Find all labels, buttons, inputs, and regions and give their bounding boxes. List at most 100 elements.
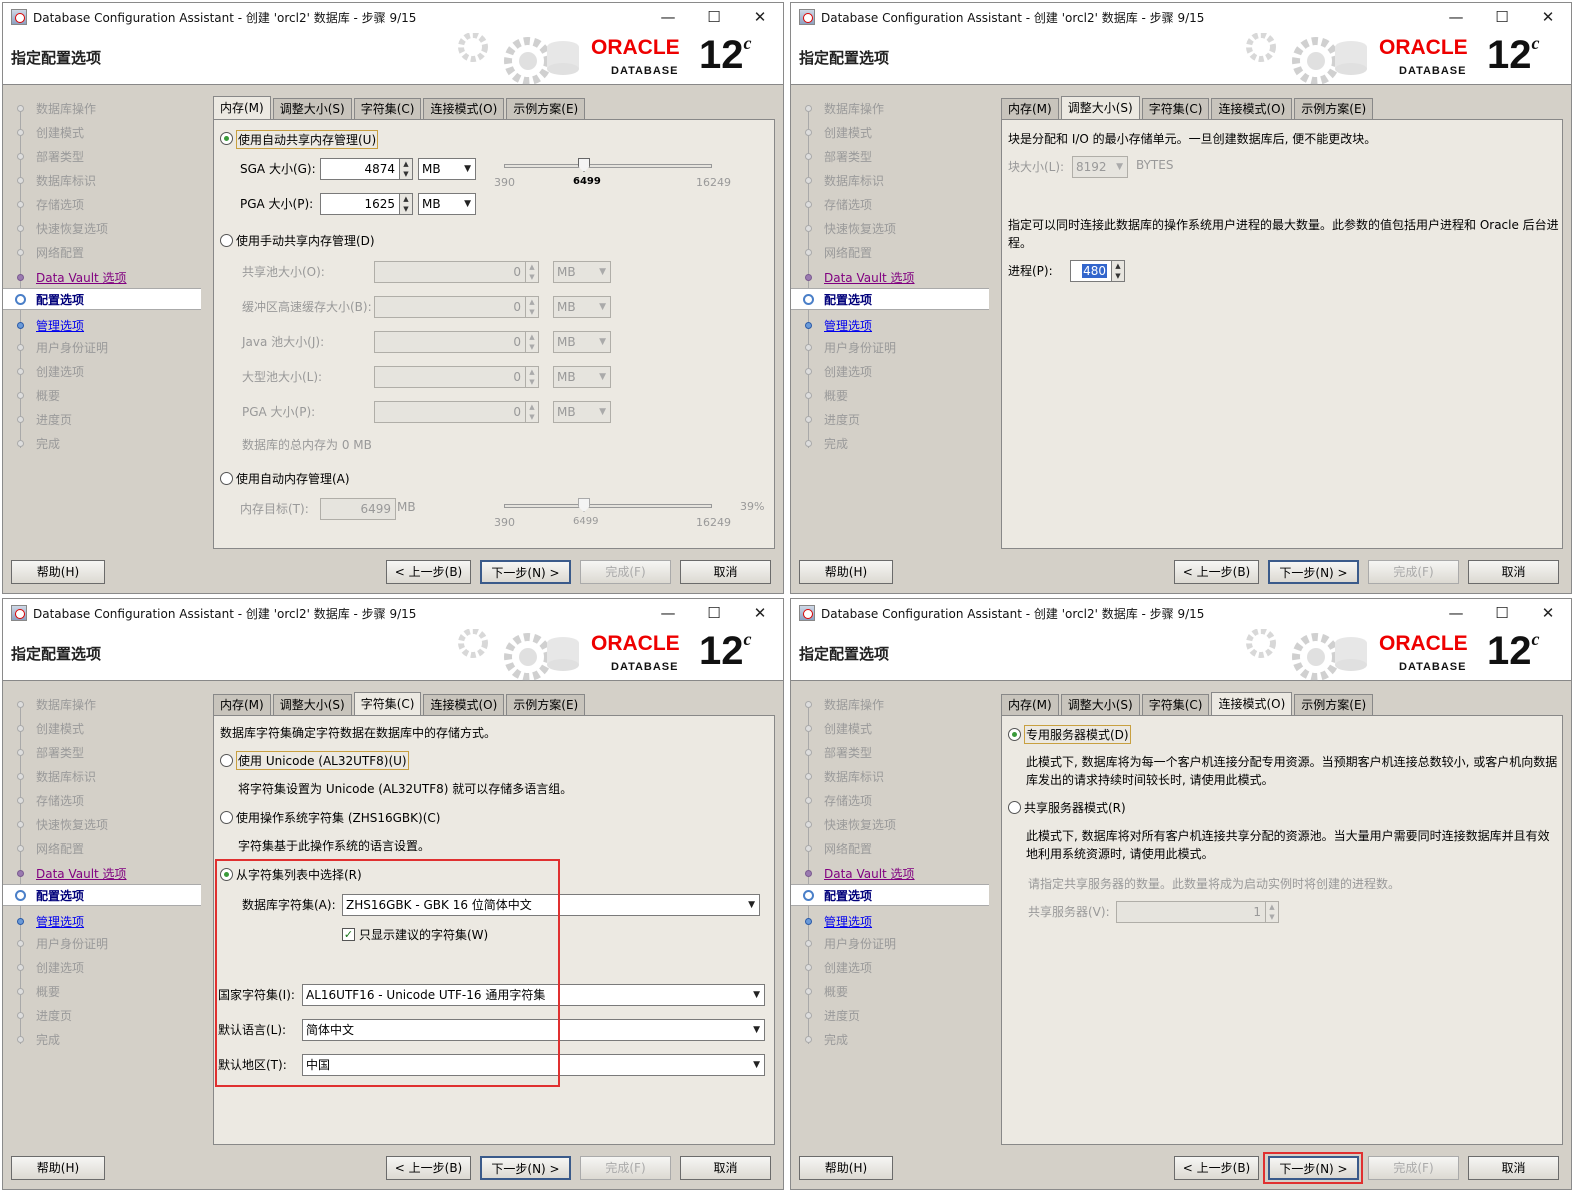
process-stepper[interactable]: ▲ ▼ — [1111, 260, 1125, 282]
close-button[interactable]: ✕ — [1525, 599, 1571, 627]
cancel-button[interactable]: 取消 — [680, 560, 771, 584]
sidebar-step[interactable]: 管理选项 — [791, 910, 989, 932]
shared-label[interactable]: 共享服务器模式(R) — [1024, 799, 1126, 816]
sidebar-step: 配置选项 — [3, 884, 201, 906]
tab[interactable]: 字符集(C) — [353, 98, 422, 120]
help-button[interactable]: 帮助(H) — [11, 560, 105, 584]
auto-memory-label[interactable]: 使用自动内存管理(A) — [236, 470, 350, 487]
sidebar-step: 网络配置 — [791, 241, 989, 263]
sidebar-step[interactable]: Data Vault 选项 — [791, 266, 989, 288]
help-button[interactable]: 帮助(H) — [799, 1156, 893, 1180]
sidebar-step: 创建模式 — [3, 121, 201, 143]
pga-input[interactable]: 1625 — [320, 193, 400, 215]
back-button[interactable]: < 上一步(B) — [386, 1156, 471, 1180]
help-button[interactable]: 帮助(H) — [799, 560, 893, 584]
tab[interactable]: 示例方案(E) — [1294, 694, 1374, 716]
tab[interactable]: 内存(M) — [1001, 694, 1059, 716]
shared-servers-label: 共享服务器(V): — [1028, 905, 1110, 919]
oracle-wordmark: ORACLE — [591, 632, 680, 655]
pga-label: PGA 大小(P): — [240, 197, 314, 211]
back-button[interactable]: < 上一步(B) — [386, 560, 471, 584]
cancel-button[interactable]: 取消 — [680, 1156, 771, 1180]
sidebar-step-label: 配置选项 — [824, 888, 873, 903]
minimize-button[interactable]: — — [1433, 599, 1479, 627]
manual-shared-label[interactable]: 使用手动共享内存管理(D) — [236, 232, 375, 249]
sga-unit-select[interactable]: MB — [418, 158, 476, 180]
tab[interactable]: 内存(M) — [1001, 98, 1059, 120]
tab[interactable]: 连接模式(O) — [423, 98, 505, 120]
sidebar-step[interactable]: Data Vault 选项 — [3, 862, 201, 884]
process-label: 进程(P): — [1008, 264, 1053, 278]
unicode-radio[interactable] — [220, 754, 233, 767]
sidebar-step-label: Data Vault 选项 — [36, 270, 127, 285]
unicode-label[interactable]: 使用 Unicode (AL32UTF8)(U) — [236, 751, 409, 770]
sga-slider-thumb[interactable] — [578, 158, 590, 172]
sidebar-step[interactable]: 管理选项 — [3, 314, 201, 336]
sga-slider-track[interactable] — [504, 164, 712, 168]
tab[interactable]: 连接模式(O) — [1211, 98, 1293, 120]
tab[interactable]: 调整大小(S) — [1060, 96, 1140, 120]
close-button[interactable]: ✕ — [737, 3, 783, 31]
pga-unit-select[interactable]: MB — [418, 193, 476, 215]
cancel-button[interactable]: 取消 — [1468, 560, 1559, 584]
sga-stepper[interactable]: ▲ ▼ — [399, 158, 413, 180]
maximize-button[interactable]: ☐ — [1479, 599, 1525, 627]
tab[interactable]: 连接模式(O) — [423, 694, 505, 716]
sidebar-step[interactable]: 管理选项 — [791, 314, 989, 336]
auto-shared-label[interactable]: 使用自动共享内存管理(U) — [236, 130, 379, 149]
tab[interactable]: 字符集(C) — [353, 692, 422, 716]
maximize-button[interactable]: ☐ — [1479, 3, 1525, 31]
sidebar-step[interactable]: 管理选项 — [3, 910, 201, 932]
tab[interactable]: 调整大小(S) — [272, 694, 352, 716]
finish-button[interactable]: 完成(F) — [1368, 1156, 1459, 1180]
header-banner: 指定配置选项 ORACLE DATABASE 12c — [3, 627, 783, 681]
auto-shared-radio[interactable] — [220, 132, 233, 145]
dedicated-radio[interactable] — [1008, 728, 1021, 741]
manual-shared-radio[interactable] — [220, 234, 233, 247]
tab[interactable]: 示例方案(E) — [506, 98, 586, 120]
help-button[interactable]: 帮助(H) — [11, 1156, 105, 1180]
step-dot-icon — [805, 152, 812, 160]
dedicated-label[interactable]: 专用服务器模式(D) — [1024, 725, 1131, 744]
block-desc: 块是分配和 I/O 的最小存储单元。一旦创建数据库后, 便不能更改块。 — [1008, 132, 1377, 146]
finish-button[interactable]: 完成(F) — [580, 560, 671, 584]
back-button[interactable]: < 上一步(B) — [1174, 1156, 1259, 1180]
tab[interactable]: 调整大小(S) — [272, 98, 352, 120]
tab[interactable]: 内存(M) — [213, 96, 271, 120]
maximize-button[interactable]: ☐ — [691, 3, 737, 31]
os-charset-radio[interactable] — [220, 811, 233, 824]
os-charset-label[interactable]: 使用操作系统字符集 (ZHS16GBK)(C) — [236, 809, 440, 826]
step-dot-icon — [805, 772, 812, 780]
minimize-button[interactable]: — — [645, 3, 691, 31]
back-button[interactable]: < 上一步(B) — [1174, 560, 1259, 584]
finish-button[interactable]: 完成(F) — [580, 1156, 671, 1180]
close-button[interactable]: ✕ — [737, 599, 783, 627]
sidebar-step-label: 部署类型 — [824, 149, 873, 164]
next-button[interactable]: 下一步(N) > — [480, 560, 571, 584]
memory-panel: 使用自动共享内存管理(U) SGA 大小(G): 4874 ▲▼ MB PGA … — [213, 119, 775, 549]
next-button[interactable]: 下一步(N) > — [480, 1156, 571, 1180]
tab[interactable]: 示例方案(E) — [506, 694, 586, 716]
tab[interactable]: 字符集(C) — [1141, 98, 1210, 120]
finish-button[interactable]: 完成(F) — [1368, 560, 1459, 584]
sidebar-step-label: 进度页 — [824, 1008, 861, 1023]
tab[interactable]: 调整大小(S) — [1060, 694, 1140, 716]
pga-stepper[interactable]: ▲ ▼ — [399, 193, 413, 215]
cancel-button[interactable]: 取消 — [1468, 1156, 1559, 1180]
sidebar-step[interactable]: Data Vault 选项 — [3, 266, 201, 288]
minimize-button[interactable]: — — [645, 599, 691, 627]
sga-input[interactable]: 4874 — [320, 158, 400, 180]
tab[interactable]: 示例方案(E) — [1294, 98, 1374, 120]
shared-radio[interactable] — [1008, 801, 1021, 814]
auto-memory-radio[interactable] — [220, 472, 233, 485]
sidebar-step[interactable]: Data Vault 选项 — [791, 862, 989, 884]
maximize-button[interactable]: ☐ — [691, 599, 737, 627]
process-input[interactable]: 480 — [1070, 260, 1112, 282]
tab[interactable]: 连接模式(O) — [1211, 692, 1293, 716]
minimize-button[interactable]: — — [1433, 3, 1479, 31]
tab[interactable]: 字符集(C) — [1141, 694, 1210, 716]
next-button[interactable]: 下一步(N) > — [1268, 560, 1359, 584]
tab[interactable]: 内存(M) — [213, 694, 271, 716]
manual-field-input: 0 — [374, 366, 526, 388]
close-button[interactable]: ✕ — [1525, 3, 1571, 31]
